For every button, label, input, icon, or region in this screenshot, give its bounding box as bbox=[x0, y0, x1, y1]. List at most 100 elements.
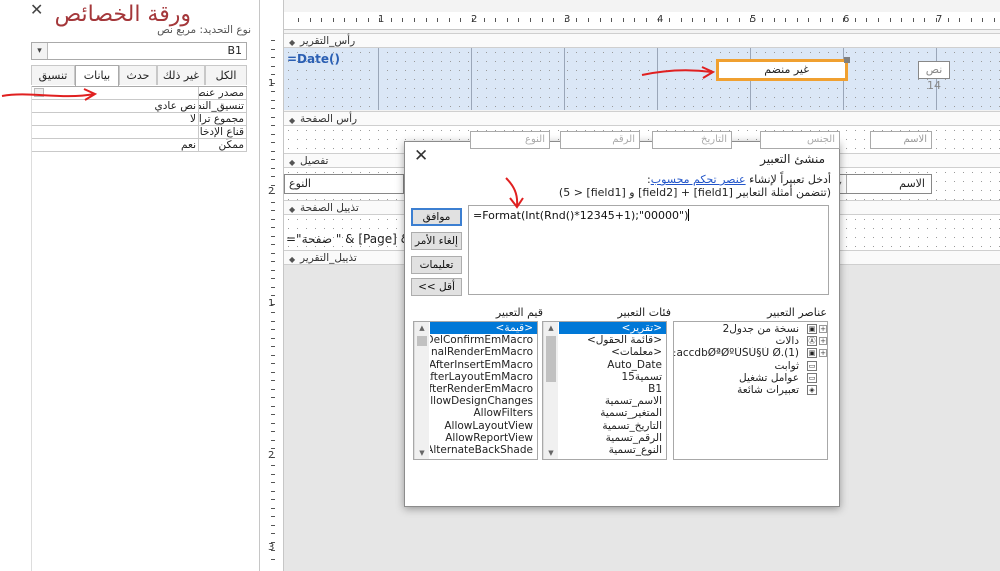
property-value[interactable]: نعم bbox=[32, 139, 198, 151]
scroll-thumb[interactable] bbox=[417, 336, 427, 346]
resize-handle[interactable] bbox=[844, 57, 850, 63]
tree-item[interactable]: + ▣ نسخة من جدول2 bbox=[674, 323, 827, 335]
list-item[interactable]: <قيمة> bbox=[430, 322, 537, 335]
tree-item[interactable]: ◈ تعبيرات شائعة bbox=[674, 384, 827, 396]
tab-format[interactable]: تنسيق bbox=[31, 65, 75, 85]
list-item[interactable]: التاريخ_تسمية bbox=[559, 420, 666, 432]
help-button[interactable]: تعليمات bbox=[411, 256, 462, 274]
ruler-tick bbox=[271, 516, 275, 517]
list-item[interactable]: AllowReportView bbox=[430, 432, 537, 444]
scrollbar[interactable]: ▲ ▼ bbox=[414, 322, 429, 459]
scroll-down-icon[interactable]: ▼ bbox=[415, 447, 429, 459]
list-item[interactable]: <معلمات> bbox=[559, 346, 666, 358]
ruler-tick bbox=[271, 286, 275, 288]
list-item[interactable]: تسمية15 bbox=[559, 371, 666, 383]
page-header-label[interactable]: النوع bbox=[470, 131, 550, 149]
unbound-textbox-selected[interactable]: غير منضم bbox=[716, 57, 850, 81]
band-page-header[interactable]: ◆ رأس الصفحة bbox=[284, 111, 1000, 126]
expression-categories-list[interactable]: ▲ ▼ <تقرير> <قائمة الحقول> <معلمات> Auto_Da… bbox=[542, 321, 667, 460]
chevron-down-icon[interactable]: ▾ bbox=[32, 43, 48, 59]
tab-event[interactable]: حدث bbox=[119, 65, 157, 85]
tab-data[interactable]: بيانات bbox=[75, 65, 119, 86]
cancel-button[interactable]: إلغاء الأمر bbox=[411, 232, 462, 250]
ruler-tick bbox=[588, 18, 589, 22]
ruler-tick bbox=[271, 431, 275, 432]
tree-item[interactable]: +▣ (1).accdbØªØºÙŠÙ§Ù Ø±± bbox=[674, 347, 827, 359]
tree-item[interactable]: ▭ عوامل تشغيل bbox=[674, 372, 827, 384]
property-value[interactable]: لا bbox=[32, 113, 198, 125]
date-textbox[interactable]: =Date() bbox=[287, 52, 340, 66]
ruler-tick bbox=[271, 533, 275, 534]
property-row-running-sum[interactable]: مجموع تراكمي لا bbox=[31, 113, 247, 126]
band-report-header[interactable]: ◆ رأس_التقرير bbox=[284, 33, 1000, 48]
tree-item[interactable]: ▭ ثوابت bbox=[674, 360, 827, 372]
vertical-ruler: 1 2 1 2 3 bbox=[262, 0, 284, 571]
scroll-up-icon[interactable]: ▲ bbox=[415, 322, 429, 334]
ruler-tick bbox=[271, 346, 275, 347]
list-item[interactable]: النوع_تسمية bbox=[559, 444, 666, 456]
instruction-text: أدخل تعبيراً لإنشاء عنصر تحكم محسوب: bbox=[647, 173, 831, 186]
expand-icon[interactable]: + bbox=[819, 349, 827, 358]
property-row-input-mask[interactable]: قناع الإدخال bbox=[31, 126, 247, 139]
list-item[interactable]: <قائمة الحقول> bbox=[559, 334, 666, 346]
list-item[interactable]: B1 bbox=[559, 383, 666, 395]
ruler-tick bbox=[506, 18, 508, 22]
list-item[interactable]: AfterDelConfirmEmMacro bbox=[430, 334, 537, 346]
ruler-tick bbox=[947, 18, 949, 22]
list-item[interactable]: المتغير_تسمية bbox=[559, 407, 666, 419]
type-textbox[interactable]: النوع bbox=[284, 174, 404, 194]
ruler-tick bbox=[271, 482, 275, 483]
object-selector[interactable]: ▾ B1 bbox=[31, 42, 247, 60]
page-header-label[interactable]: التاريخ bbox=[652, 131, 732, 149]
scroll-down-icon[interactable]: ▼ bbox=[544, 447, 558, 459]
ruler-tick bbox=[271, 414, 275, 415]
calculated-control-link[interactable]: عنصر تحكم محسوب bbox=[651, 173, 746, 186]
property-row-enabled[interactable]: ممكّن نعم bbox=[31, 139, 247, 152]
page-number-textbox[interactable]: ="صفحة " & [Page] & " bbox=[286, 232, 419, 246]
list-item[interactable]: AllowLayoutView bbox=[430, 420, 537, 432]
expand-icon[interactable]: + bbox=[819, 325, 827, 333]
ruler-tick bbox=[271, 40, 275, 41]
label-control[interactable]: نص 14 bbox=[918, 61, 950, 92]
list-item[interactable]: AllowFilters bbox=[430, 407, 537, 419]
ruler-tick bbox=[271, 499, 275, 500]
ruler-tick bbox=[704, 18, 705, 22]
list-item[interactable]: الاسم_تسمية bbox=[559, 395, 666, 407]
scroll-up-icon[interactable]: ▲ bbox=[544, 322, 558, 334]
expression-elements-list[interactable]: + ▣ نسخة من جدول2 + Ⓐ دالات + ▣ (1).accdbØªØºÙŠÙ… bbox=[673, 321, 828, 460]
ruler-tick bbox=[924, 18, 926, 22]
close-icon[interactable]: ✕ bbox=[414, 146, 428, 166]
tree-item-label: (1).accdbØªØºÙŠÙ§Ù Ø±± bbox=[674, 347, 799, 360]
ruler-tick bbox=[321, 18, 323, 22]
ruler-tick bbox=[271, 363, 275, 364]
list-item[interactable]: AllowDesignChanges bbox=[430, 395, 537, 407]
name-combobox[interactable]: ▾ الاسم bbox=[832, 174, 932, 194]
ruler-tick bbox=[495, 18, 497, 22]
tree-item[interactable]: + Ⓐ دالات bbox=[674, 335, 827, 347]
list-item[interactable]: AfterInsertEmMacro bbox=[430, 359, 537, 371]
page-header-label[interactable]: الرقم bbox=[560, 131, 640, 149]
expression-editor[interactable]: =Format(Int(Rnd()*12345+1);"00000") bbox=[468, 205, 829, 295]
close-icon[interactable]: ✕ bbox=[30, 0, 43, 19]
expand-icon[interactable]: + bbox=[819, 337, 827, 346]
page-header-label[interactable]: الاسم bbox=[870, 131, 932, 149]
scroll-thumb[interactable] bbox=[546, 336, 556, 382]
tab-other[interactable]: غير ذلك bbox=[157, 65, 205, 85]
list-item[interactable]: AlternateBackShade bbox=[430, 444, 537, 456]
list-item[interactable]: AfterRenderEmMacro bbox=[430, 383, 537, 395]
list-item[interactable]: الرقم_تسمية bbox=[559, 432, 666, 444]
list-item[interactable]: AfterLayoutEmMacro bbox=[430, 371, 537, 383]
expression-values-list[interactable]: ▲ ▼ <قيمة>AfterDelConfirmEmMacroAfterFin… bbox=[413, 321, 538, 460]
less-button[interactable]: << أقل bbox=[411, 278, 462, 296]
ruler-tick bbox=[970, 18, 972, 22]
page-header-label[interactable]: الجنس bbox=[760, 131, 840, 149]
ruler-number: 2 bbox=[268, 186, 275, 197]
ok-button[interactable]: موافق bbox=[411, 208, 462, 226]
list-item[interactable]: Auto_Date bbox=[559, 359, 666, 371]
tab-all[interactable]: الكل bbox=[205, 65, 247, 85]
property-value[interactable] bbox=[32, 126, 198, 138]
list-item[interactable]: <تقرير> bbox=[559, 322, 666, 335]
ruler-tick bbox=[425, 18, 427, 22]
scrollbar[interactable]: ▲ ▼ bbox=[543, 322, 558, 459]
list-item[interactable]: AfterFinalRenderEmMacro bbox=[430, 346, 537, 358]
